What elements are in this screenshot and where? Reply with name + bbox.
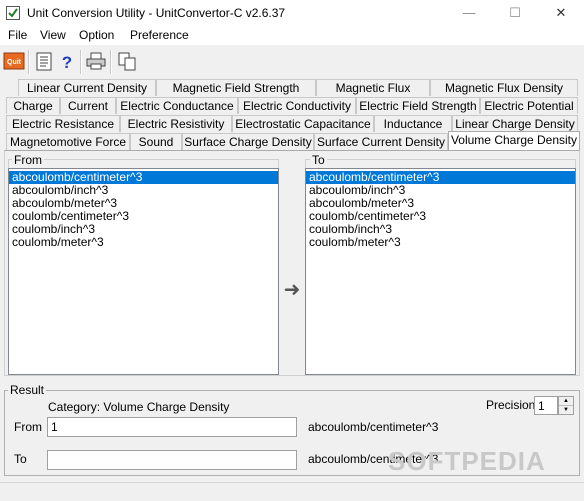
tab-electrostatic-capacitance[interactable]: Electrostatic Capacitance: [232, 115, 374, 132]
tab-linear-current-density[interactable]: Linear Current Density: [18, 79, 156, 96]
result-from-unit: abcoulomb/centimeter^3: [308, 420, 439, 434]
status-bar: [0, 482, 584, 501]
tab-linear-charge-density[interactable]: Linear Charge Density: [452, 115, 578, 132]
category-label: Category: Volume Charge Density: [48, 400, 230, 414]
tab-magnetic-field-strength[interactable]: Magnetic Field Strength: [156, 79, 316, 96]
help-button[interactable]: ?: [56, 50, 78, 72]
tab-magnetomotive-force[interactable]: Magnetomotive Force: [6, 133, 130, 150]
to-unit-item[interactable]: coulomb/meter^3: [306, 236, 575, 249]
tab-electric-potential[interactable]: Electric Potential: [480, 97, 578, 114]
to-group-label: To: [310, 153, 327, 167]
quit-icon: Quit: [3, 52, 25, 70]
tab-magnetic-flux[interactable]: Magnetic Flux: [316, 79, 430, 96]
menu-view[interactable]: View: [40, 28, 66, 42]
window-title: Unit Conversion Utility - UnitConvertor-…: [27, 6, 286, 20]
notes-icon: [36, 52, 52, 71]
menu-preference[interactable]: Preference: [130, 28, 189, 42]
tab-surface-charge-density[interactable]: Surface Charge Density: [182, 133, 314, 150]
precision-label: Precision: [486, 398, 536, 412]
precision-spinner[interactable]: ▲ ▼: [558, 396, 574, 415]
result-to-label: To: [14, 452, 27, 466]
quit-icon-label: Quit: [7, 59, 22, 66]
tab-electric-conductivity[interactable]: Electric Conductivity: [238, 97, 356, 114]
close-button[interactable]: ✕: [538, 0, 584, 26]
copy-icon: [118, 52, 136, 71]
toolbar-separator: [28, 50, 30, 74]
spin-down-icon[interactable]: ▼: [559, 406, 573, 414]
quit-button[interactable]: Quit: [3, 50, 25, 72]
tab-electric-resistivity[interactable]: Electric Resistivity: [120, 115, 232, 132]
from-unit-item[interactable]: coulomb/meter^3: [9, 236, 278, 249]
print-icon: [86, 52, 106, 70]
toolbar-separator: [110, 50, 112, 74]
copy-button[interactable]: [116, 50, 138, 72]
title-bar: Unit Conversion Utility - UnitConvertor-…: [0, 0, 584, 26]
tab-electric-resistance[interactable]: Electric Resistance: [6, 115, 120, 132]
toolbar-separator: [80, 50, 82, 74]
maximize-button[interactable]: ☐: [492, 0, 538, 26]
precision-input[interactable]: [534, 396, 558, 415]
result-from-input[interactable]: [47, 417, 297, 437]
help-icon: ?: [62, 53, 72, 72]
to-unit-list[interactable]: abcoulomb/centimeter^3 abcoulomb/inch^3 ab…: [305, 168, 576, 375]
tab-electric-conductance[interactable]: Electric Conductance: [116, 97, 238, 114]
tab-inductance[interactable]: Inductance: [374, 115, 452, 132]
minimize-button[interactable]: —: [446, 0, 492, 26]
app-icon: [6, 6, 20, 20]
result-group-label: Result: [8, 383, 47, 397]
tab-surface-current-density[interactable]: Surface Current Density: [314, 133, 448, 150]
tab-magnetic-flux-density[interactable]: Magnetic Flux Density: [430, 79, 578, 96]
tab-sound[interactable]: Sound: [130, 133, 182, 150]
result-from-label: From: [14, 420, 42, 434]
menu-option[interactable]: Option: [79, 28, 114, 42]
from-unit-list[interactable]: abcoulomb/centimeter^3 abcoulomb/inch^3 ab…: [8, 168, 279, 375]
notes-button[interactable]: [33, 50, 55, 72]
print-button[interactable]: [85, 50, 107, 72]
result-to-input[interactable]: [47, 450, 297, 470]
tab-electric-field-strength[interactable]: Electric Field Strength: [356, 97, 480, 114]
softpedia-watermark: SOFTPEDIA: [388, 446, 546, 476]
spin-up-icon[interactable]: ▲: [559, 397, 573, 406]
from-group-label: From: [12, 153, 44, 167]
menu-bar: File View Option Preference: [0, 26, 584, 45]
menu-file[interactable]: File: [8, 28, 27, 42]
convert-arrow-icon: ➜: [283, 279, 301, 301]
tab-current[interactable]: Current: [60, 97, 116, 114]
toolbar: Quit ?: [0, 46, 584, 76]
tab-charge[interactable]: Charge: [6, 97, 60, 114]
svg-text:?: ?: [62, 53, 72, 72]
tab-volume-charge-density[interactable]: Volume Charge Density: [448, 131, 580, 150]
